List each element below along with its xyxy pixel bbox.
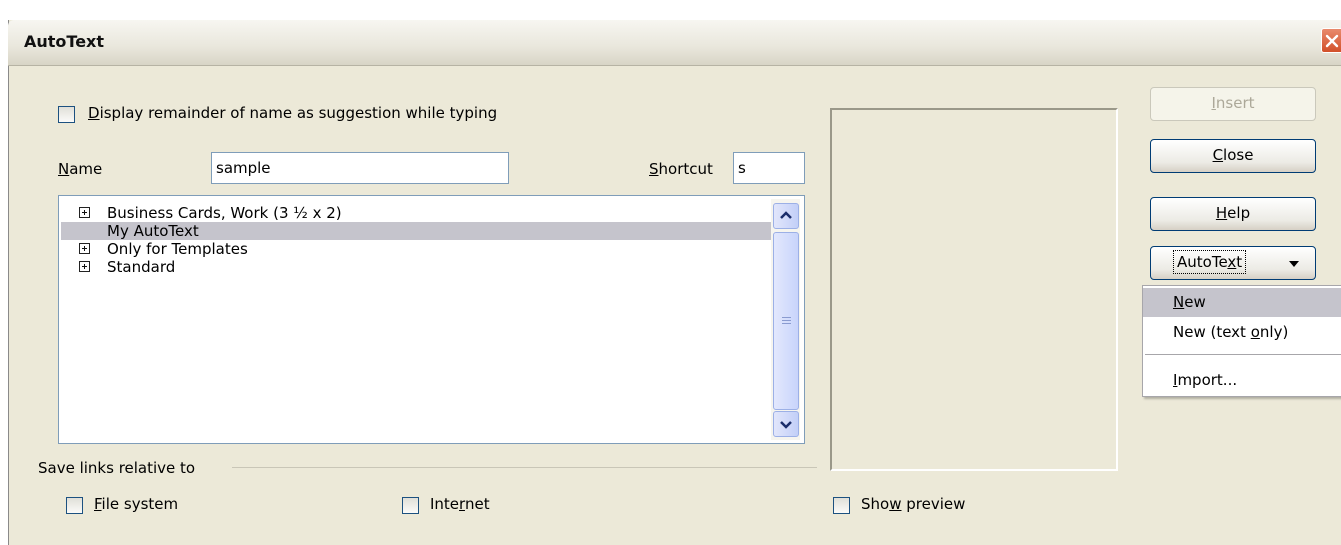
chevron-down-icon <box>780 421 792 429</box>
autotext-category-tree[interactable]: Business Cards, Work (3 ½ x 2) My AutoTe… <box>58 195 805 444</box>
chevron-up-icon <box>780 211 792 219</box>
name-input[interactable]: sample <box>211 152 509 184</box>
menu-item-new[interactable]: New <box>1143 288 1341 317</box>
autotext-dropdown-menu: New New (text only) Import... <box>1142 285 1341 397</box>
shortcut-input[interactable]: s <box>733 152 805 184</box>
autotext-menu-button[interactable]: AutoText <box>1150 246 1316 280</box>
tree-item-my-autotext[interactable]: My AutoText <box>61 222 773 240</box>
tree-item-label: My AutoText <box>107 222 199 240</box>
internet-label[interactable]: Internet <box>430 495 490 513</box>
title-bar[interactable]: AutoText <box>8 20 1341 66</box>
tree-item-only-for-templates[interactable]: Only for Templates <box>61 240 771 258</box>
expand-plus-icon[interactable] <box>79 243 90 254</box>
scroll-up-button[interactable] <box>773 203 799 229</box>
menu-item-new-text-only[interactable]: New (text only) <box>1143 318 1341 347</box>
dialog-title: AutoText <box>24 32 105 51</box>
scroll-down-button[interactable] <box>773 411 799 437</box>
menu-item-import[interactable]: Import... <box>1143 366 1341 395</box>
internet-checkbox[interactable] <box>402 497 419 514</box>
tree-item-label: Business Cards, Work (3 ½ x 2) <box>107 204 342 222</box>
background-strip <box>0 0 1341 20</box>
dropdown-arrow-icon <box>1289 261 1299 267</box>
save-links-group-label: Save links relative to <box>38 459 196 477</box>
insert-button[interactable]: Insert <box>1150 87 1316 121</box>
autotext-button-label: AutoText <box>1173 250 1247 274</box>
menu-separator <box>1145 354 1341 355</box>
tree-item-label: Standard <box>107 258 176 276</box>
show-preview-label[interactable]: Show preview <box>861 495 965 513</box>
expand-plus-icon[interactable] <box>79 207 90 218</box>
expand-plus-icon[interactable] <box>79 261 90 272</box>
display-remainder-checkbox[interactable] <box>58 106 75 123</box>
tree-item-standard[interactable]: Standard <box>61 258 771 276</box>
help-button[interactable]: Help <box>1150 197 1316 231</box>
tree-vertical-scrollbar[interactable] <box>771 199 800 440</box>
close-button[interactable]: Close <box>1150 139 1316 173</box>
name-label: Name <box>58 160 103 178</box>
close-icon <box>1325 34 1339 48</box>
file-system-checkbox[interactable] <box>66 497 83 514</box>
show-preview-checkbox[interactable] <box>833 497 850 514</box>
file-system-label[interactable]: File system <box>94 495 178 513</box>
group-divider <box>232 467 817 468</box>
scroll-thumb[interactable] <box>773 232 799 410</box>
close-window-button[interactable] <box>1321 28 1341 53</box>
tree-item-label: Only for Templates <box>107 240 248 258</box>
tree-item-business-cards[interactable]: Business Cards, Work (3 ½ x 2) <box>61 204 771 222</box>
display-remainder-label[interactable]: Display remainder of name as suggestion … <box>88 104 497 122</box>
preview-pane <box>830 108 1118 471</box>
shortcut-label: Shortcut <box>649 160 713 178</box>
